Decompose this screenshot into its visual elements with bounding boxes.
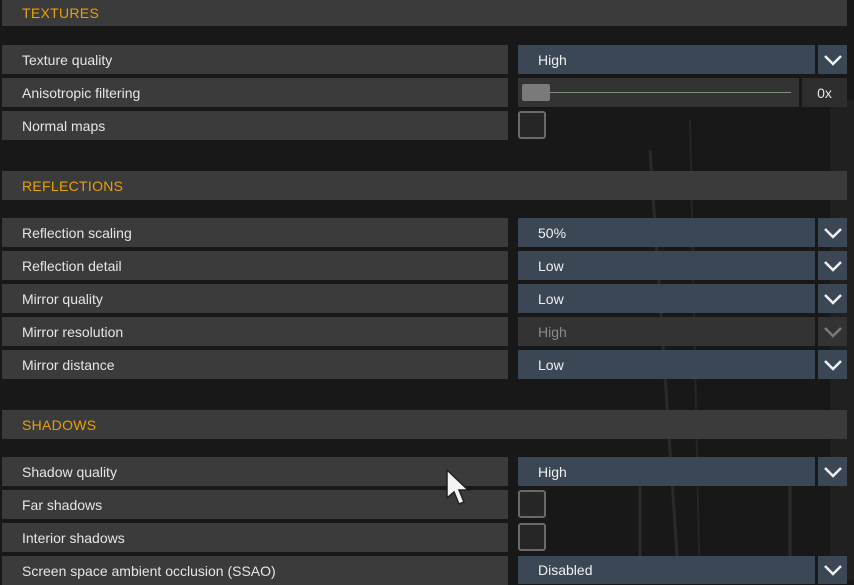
reflection-scaling-dropdown-button[interactable] — [818, 218, 847, 247]
anisotropic-filtering-label: Anisotropic filtering — [2, 78, 508, 107]
interior-shadows-checkbox[interactable] — [518, 523, 546, 551]
reflection-detail-dropdown[interactable]: Low — [518, 251, 815, 280]
mirror-quality-dropdown-button[interactable] — [818, 284, 847, 313]
far-shadows-label: Far shadows — [2, 490, 508, 519]
chevron-down-icon — [823, 326, 842, 338]
mirror-distance-dropdown-button[interactable] — [818, 350, 847, 379]
reflection-detail-label: Reflection detail — [2, 251, 508, 280]
shadow-quality-dropdown-button[interactable] — [818, 457, 847, 486]
anisotropic-filtering-slider[interactable] — [518, 78, 799, 107]
reflection-scaling-label: Reflection scaling — [2, 218, 508, 247]
ssao-dropdown-button[interactable] — [818, 556, 847, 584]
section-header-reflections: REFLECTIONS — [2, 171, 847, 200]
shadow-quality-dropdown[interactable]: High — [518, 457, 815, 486]
section-title-textures: TEXTURES — [22, 5, 100, 21]
section-header-shadows: SHADOWS — [2, 410, 847, 439]
mirror-distance-label: Mirror distance — [2, 350, 508, 379]
chevron-down-icon — [823, 293, 842, 305]
mirror-quality-dropdown[interactable]: Low — [518, 284, 815, 313]
mouse-pointer-icon — [446, 468, 470, 505]
ssao-dropdown[interactable]: Disabled — [518, 556, 815, 584]
far-shadows-checkbox[interactable] — [518, 490, 546, 518]
interior-shadows-label: Interior shadows — [2, 523, 508, 552]
mirror-resolution-dropdown: High — [518, 317, 815, 346]
slider-track-line — [550, 92, 791, 93]
chevron-down-icon — [823, 565, 842, 576]
normal-maps-label: Normal maps — [2, 111, 508, 140]
section-title-shadows: SHADOWS — [22, 416, 97, 433]
section-header-textures: TEXTURES — [2, 0, 847, 26]
chevron-down-icon — [823, 260, 842, 272]
shadow-quality-label: Shadow quality — [2, 457, 508, 486]
texture-quality-dropdown-button[interactable] — [818, 45, 847, 74]
section-title-reflections: REFLECTIONS — [22, 177, 124, 194]
chevron-down-icon — [823, 227, 842, 239]
texture-quality-label: Texture quality — [2, 45, 508, 74]
ssao-label: Screen space ambient occlusion (SSAO) — [2, 556, 508, 585]
normal-maps-checkbox[interactable] — [518, 111, 546, 139]
chevron-down-icon — [823, 359, 842, 371]
anisotropic-filtering-value: 0x — [802, 78, 847, 107]
reflection-scaling-dropdown[interactable]: 50% — [518, 218, 815, 247]
mirror-resolution-dropdown-button — [818, 317, 847, 346]
mirror-quality-label: Mirror quality — [2, 284, 508, 313]
chevron-down-icon — [823, 54, 842, 66]
chevron-down-icon — [823, 466, 842, 478]
mirror-resolution-label: Mirror resolution — [2, 317, 508, 346]
texture-quality-dropdown[interactable]: High — [518, 45, 815, 74]
mirror-distance-dropdown[interactable]: Low — [518, 350, 815, 379]
slider-thumb[interactable] — [522, 84, 550, 101]
reflection-detail-dropdown-button[interactable] — [818, 251, 847, 280]
